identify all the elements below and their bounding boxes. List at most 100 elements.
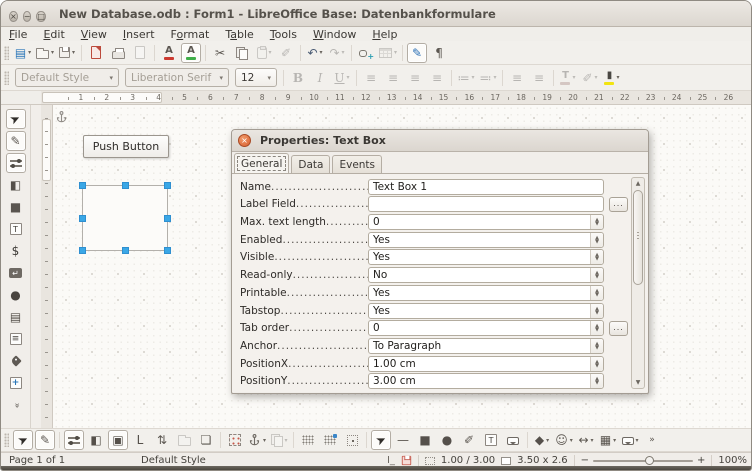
chevron-down-icon[interactable]: ▾ [493,74,496,81]
block-arrows-button[interactable]: ↔▾ [576,430,596,450]
form-design-canvas[interactable]: Push Button × Properties: Text Box G [53,105,751,428]
option-button-control[interactable]: ● [6,285,26,305]
select-tool-button[interactable]: ➤ [13,430,33,450]
more-controls-button[interactable] [6,373,26,393]
dialog-close-icon[interactable]: × [238,134,251,147]
spin-down-icon[interactable]: ▼ [595,381,599,385]
property-field-positiony[interactable]: 3.00 cm▲▼ [368,373,604,389]
property-field-visible[interactable]: Yes▲▼ [368,249,604,265]
spin-down-icon[interactable]: ▼ [595,328,599,332]
menu-item-window[interactable]: Window [313,28,356,41]
snap-to-grid-button[interactable] [320,430,340,450]
resize-handle-middle-right[interactable] [164,215,171,222]
highlighting-on-button[interactable]: A [181,43,201,63]
chevron-down-icon[interactable]: ▾ [342,49,345,56]
form-design-window-button[interactable]: ❏ [196,430,216,450]
toolbar-grip[interactable] [4,46,9,60]
chevron-down-icon[interactable]: ▾ [347,74,350,81]
combo-box-control[interactable] [6,329,26,349]
scrollbar-thumb[interactable] [633,190,643,285]
horizontal-ruler[interactable]: 1234567891011121314151617181920212223242… [41,91,751,105]
property-field-read-only[interactable]: No▲▼ [368,267,604,283]
control-wizards-button[interactable] [64,430,84,450]
chevron-down-icon[interactable]: ▾ [595,74,598,81]
undo-button[interactable]: ↶▾ [305,43,325,63]
insert-ellipse-button[interactable]: ● [437,430,457,450]
spinner-read-only[interactable]: ▲▼ [590,268,603,282]
menu-item-insert[interactable]: Insert [123,28,155,41]
save-button[interactable]: ▾ [57,43,77,63]
chevron-down-icon[interactable]: ▾ [616,74,619,81]
form-properties-button[interactable]: ◧ [6,175,26,195]
open-button[interactable]: ▾ [35,43,55,63]
scroll-down-icon[interactable]: ▼ [632,377,644,388]
chevron-down-icon[interactable]: ▾ [320,49,323,56]
zoom-out-button[interactable]: − [581,455,589,466]
tab-events[interactable]: Events [332,155,382,173]
basic-shapes-button[interactable]: ◆▾ [532,430,552,450]
spinner-printable[interactable]: ▲▼ [590,286,603,300]
formatting-marks-button[interactable]: ¶ [429,43,449,63]
control-wizards-button[interactable] [6,153,26,173]
resize-handle-top-middle[interactable] [122,182,129,189]
spinner-tab-order[interactable]: ▲▼ [590,321,603,335]
freeform-line-button[interactable]: ✐ [459,430,479,450]
spinner-enabled[interactable]: ▲▼ [590,233,603,247]
font-color-button[interactable]: A [159,43,179,63]
ellipsis-button-label-field[interactable]: ... [609,197,628,212]
font-size-combo[interactable]: 12▾ [235,68,277,87]
chevron-down-icon[interactable]: ▾ [613,437,616,444]
symbol-shapes-button[interactable]: ☺▾ [554,430,574,450]
chevron-down-icon[interactable]: ▾ [72,49,75,56]
resize-handle-top-left[interactable] [79,182,86,189]
property-field-printable[interactable]: Yes▲▼ [368,285,604,301]
maximize-window-button[interactable]: □ [36,11,46,22]
menu-item-file[interactable]: File [9,28,27,41]
form-design-mode-button[interactable]: ✎ [407,43,427,63]
chevron-down-icon[interactable]: ▾ [285,437,288,444]
property-field-label-field[interactable] [368,196,604,212]
insert-rectangle-button[interactable]: ■ [415,430,435,450]
chevron-down-icon[interactable]: ▾ [394,49,397,56]
property-field-max-text-length[interactable]: 0▲▼ [368,214,604,230]
spinner-max-text-length[interactable]: ▲▼ [590,215,603,229]
spinner-visible[interactable]: ▲▼ [590,250,603,264]
spin-down-icon[interactable]: ▼ [595,240,599,244]
copy-button[interactable] [232,43,252,63]
property-field-enabled[interactable]: Yes▲▼ [368,232,604,248]
flowchart-shapes-button[interactable]: ▦▾ [598,430,618,450]
menu-item-tools[interactable]: Tools [270,28,297,41]
resize-handle-bottom-right[interactable] [164,247,171,254]
formatted-field-control[interactable] [6,263,26,283]
chevron-down-icon[interactable]: ▾ [51,49,54,56]
property-field-anchor[interactable]: To Paragraph▲▼ [368,338,604,354]
resize-handle-top-right[interactable] [164,182,171,189]
toolbar-overflow-button[interactable]: » [642,430,662,450]
callout-shapes-button[interactable]: ▾ [620,430,640,450]
toolbar-grip[interactable] [4,433,9,447]
push-button-control[interactable]: ■ [6,197,26,217]
new-form-document-button[interactable]: ▤▾ [13,43,33,63]
insert-text-box-button[interactable] [481,430,501,450]
property-field-positionx[interactable]: 1.00 cm▲▼ [368,356,604,372]
spin-down-icon[interactable]: ▼ [595,346,599,350]
print-button[interactable] [108,43,128,63]
chevron-down-icon[interactable]: ▾ [28,49,31,56]
tab-order-button[interactable] [225,430,245,450]
form-properties-button[interactable]: ◧ [86,430,106,450]
spin-down-icon[interactable]: ▼ [595,275,599,279]
activation-order-button[interactable]: ⇅ [152,430,172,450]
chevron-down-icon[interactable]: ▾ [591,437,594,444]
background-color-button[interactable]: ▮▾ [602,68,622,88]
chevron-down-icon[interactable]: ▾ [263,74,271,82]
design-mode-button[interactable]: ✎ [6,131,26,151]
tab-data[interactable]: Data [291,155,330,173]
spin-down-icon[interactable]: ▼ [595,364,599,368]
property-field-tabstop[interactable]: Yes▲▼ [368,303,604,319]
chevron-down-icon[interactable]: ▾ [572,74,575,81]
spinner-positiony[interactable]: ▲▼ [590,374,603,388]
menu-item-edit[interactable]: Edit [43,28,64,41]
close-window-button[interactable]: × [9,11,18,22]
title-bar[interactable]: ×−□ New Database.odb : Form1 - LibreOffi… [1,1,751,27]
select-shapes-button[interactable]: ➤ [371,430,391,450]
